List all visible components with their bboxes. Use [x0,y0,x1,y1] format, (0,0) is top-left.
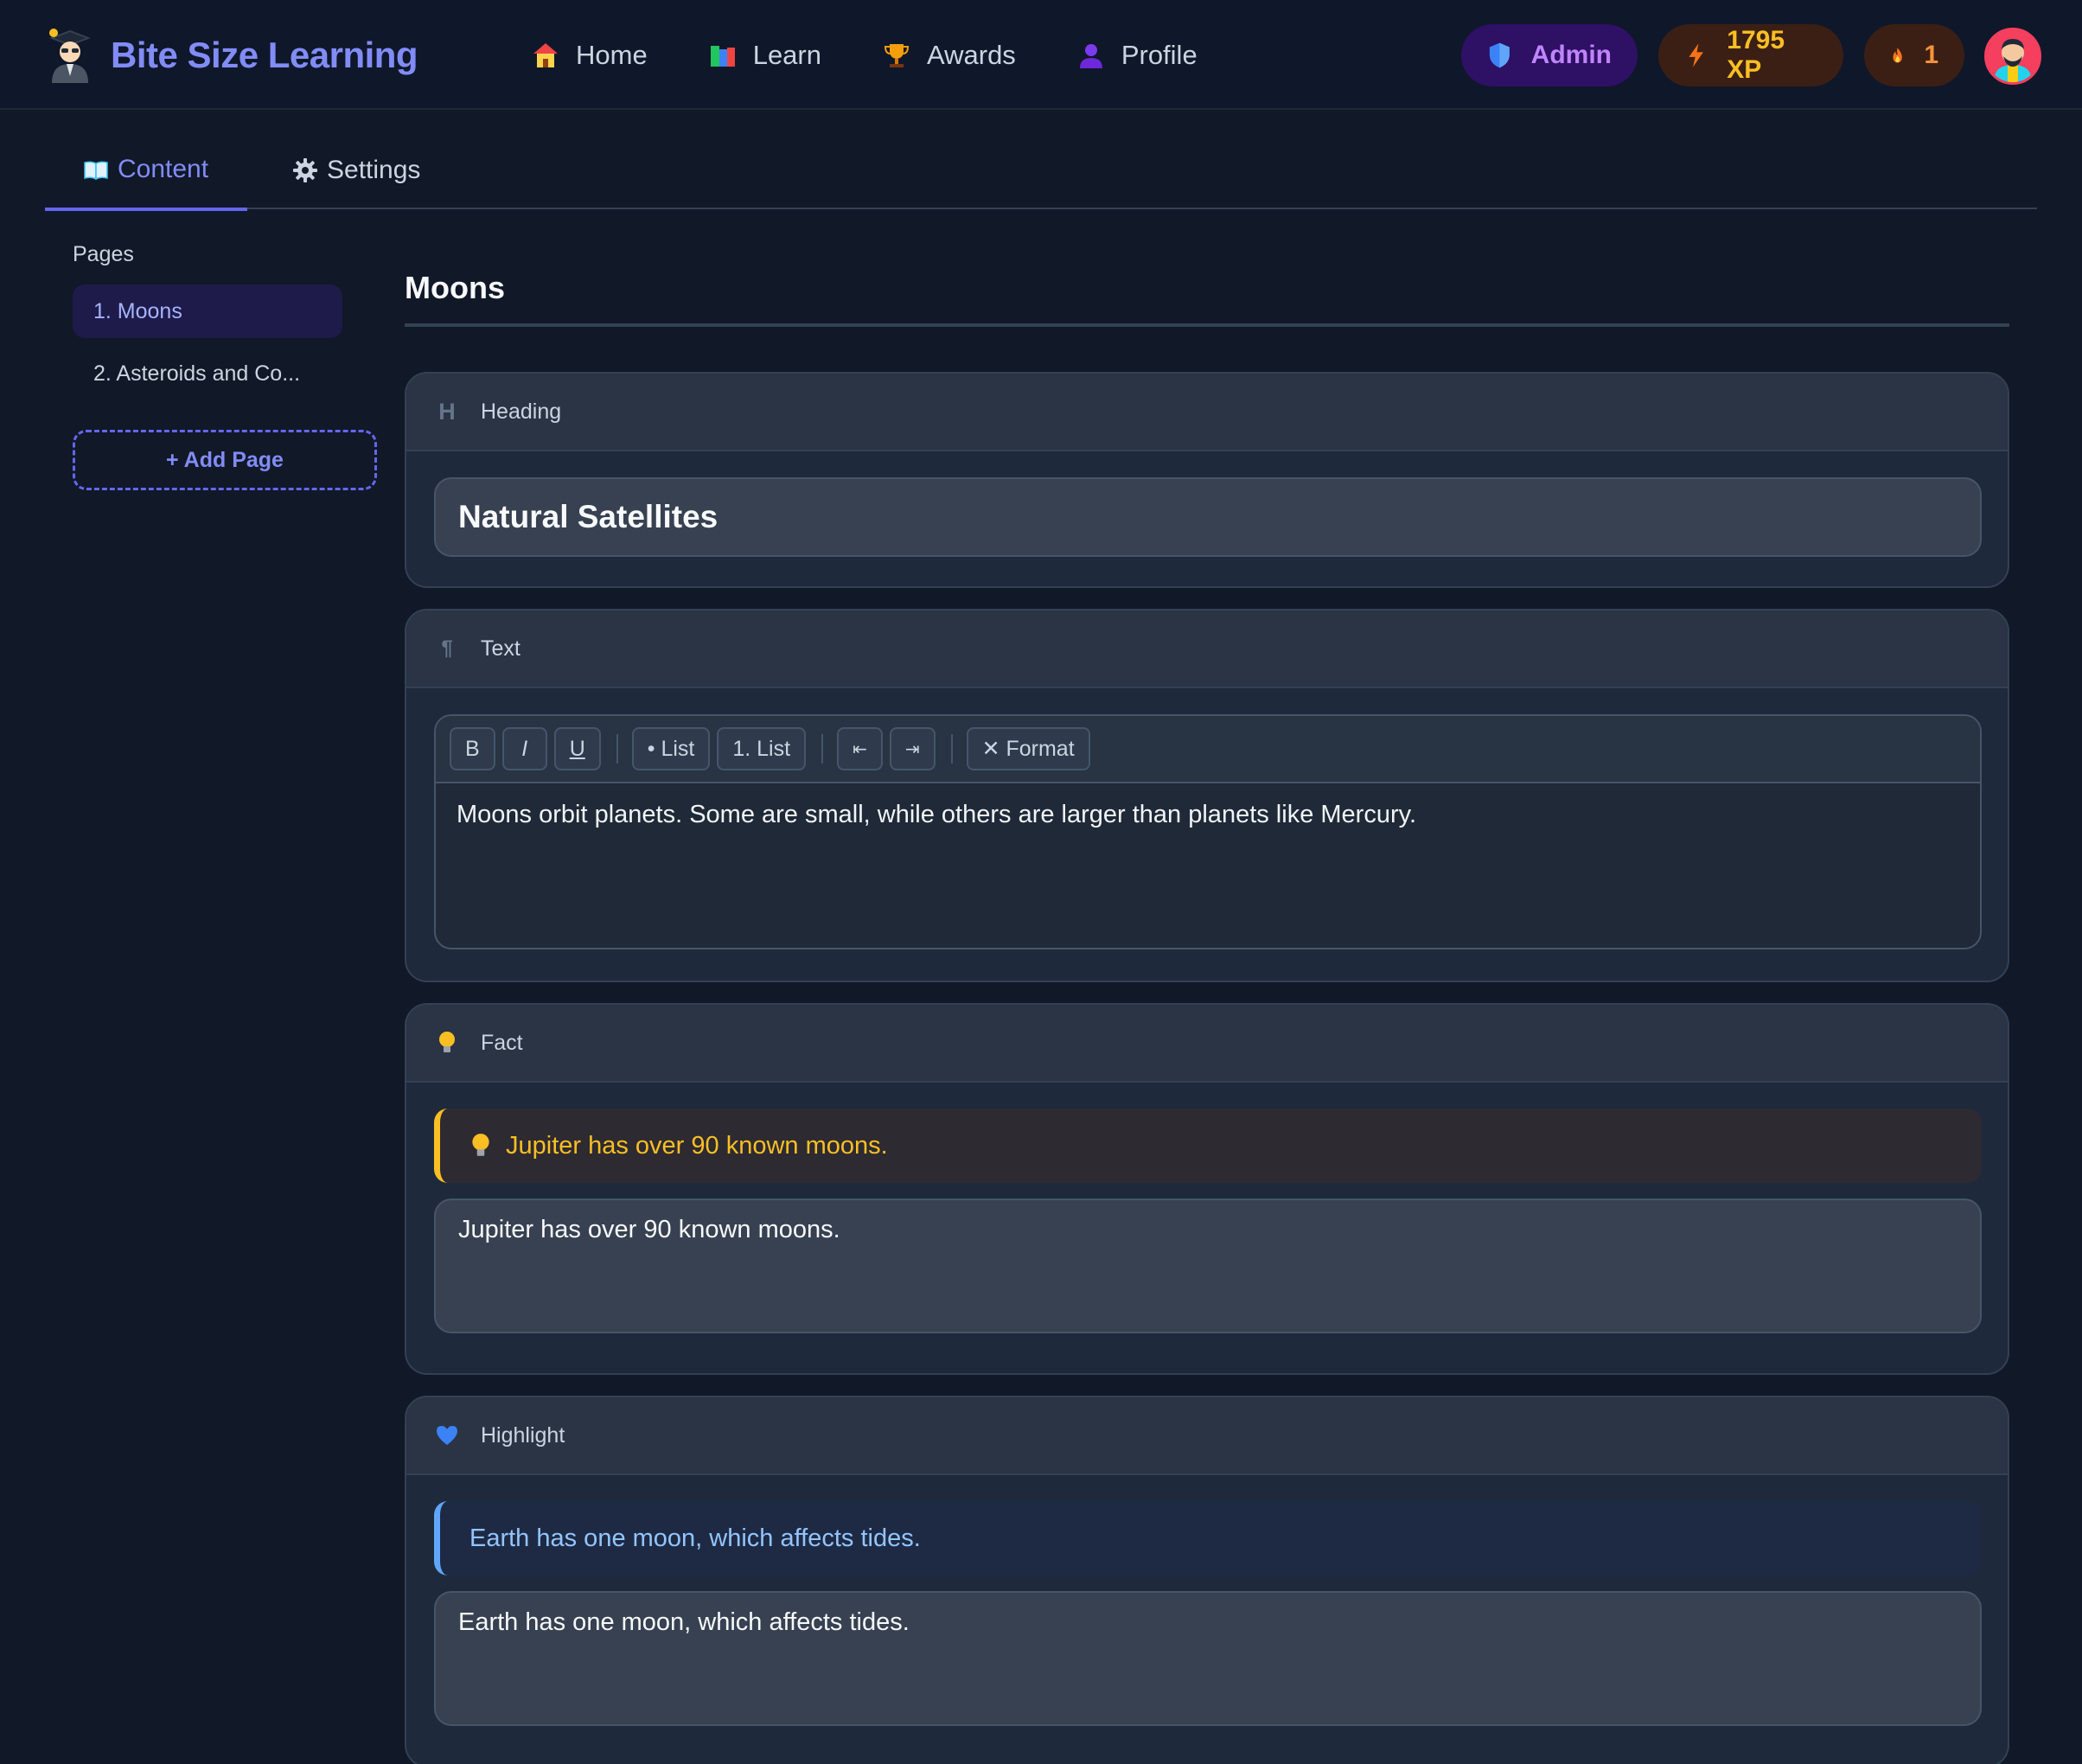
heading-block: H Heading Natural Satellites [405,372,2009,588]
heading-block-label: Heading [481,399,562,424]
text-editor-content[interactable]: Moons orbit planets. Some are small, whi… [436,783,1980,847]
fact-block: Fact Jupiter has over 90 known moons. Ju… [405,1003,2009,1375]
lightbulb-icon [434,1030,460,1056]
sidebar-title: Pages [73,242,134,266]
fact-block-header: Fact [406,1005,2008,1083]
xp-badge: 1795 XP [1658,24,1843,86]
gear-icon [293,158,317,182]
main-nav: Home Learn Awards Profile [531,29,1258,81]
admin-badge[interactable]: Admin [1461,24,1638,86]
brand[interactable]: Bite Size Learning [43,26,418,85]
heading-block-header: H Heading [406,374,2008,451]
underline-button[interactable]: U [553,727,601,770]
toolbar-divider [821,734,824,764]
teacher-mascot-icon [49,29,91,83]
user-avatar-icon [1987,30,2039,82]
fact-block-label: Fact [481,1030,523,1055]
add-page-button[interactable]: + Add Page [73,430,377,490]
indent-button[interactable]: ⇥ [889,727,936,770]
person-icon [1079,44,1102,68]
lightbulb-icon [472,1134,489,1156]
toolbar-divider [616,734,618,764]
highlight-preview: Earth has one moon, which affects tides. [434,1501,1982,1575]
shield-icon [1489,42,1510,68]
nav-learn[interactable]: Learn [708,29,821,81]
text-block-label: Text [481,636,520,661]
rich-text-editor: B I U • List 1. List ⇤ ⇥ ✕ Format Moons … [434,714,1982,949]
bullet-list-button[interactable]: • List [631,727,711,770]
nav-learn-label: Learn [752,40,821,70]
streak-badge: 1 [1864,24,1964,86]
admin-label: Admin [1530,41,1612,69]
highlight-block-label: Highlight [481,1422,565,1448]
page-title: Moons [405,259,2009,327]
tab-content[interactable]: Content [45,131,247,211]
sidebar-page-moons[interactable]: 1. Moons [73,284,342,338]
toolbar-divider [950,734,953,764]
blue-heart-icon [434,1422,460,1448]
heading-input[interactable]: Natural Satellites [434,477,1982,557]
heading-icon: H [438,398,456,425]
house-icon [533,43,558,67]
nav-awards[interactable]: Awards [882,29,1016,81]
tab-content-label: Content [118,155,209,183]
bold-button[interactable]: B [450,727,495,770]
editor-toolbar: B I U • List 1. List ⇤ ⇥ ✕ Format [436,716,1980,783]
top-bar: Bite Size Learning Home Learn Awards Pro… [0,0,2082,110]
paragraph-icon: ¶ [441,636,453,660]
clear-format-button[interactable]: ✕ Format [966,727,1090,770]
text-block-header: ¶ Text [406,610,2008,688]
sidebar-page-asteroids[interactable]: 2. Asteroids and Co... [73,347,342,400]
nav-home-label: Home [576,40,648,70]
lightning-icon [1689,43,1703,67]
brand-name: Bite Size Learning [111,35,418,75]
italic-button[interactable]: I [501,727,547,770]
avatar[interactable] [1984,28,2041,85]
highlight-block-header: Highlight [406,1397,2008,1475]
highlight-textarea[interactable]: Earth has one moon, which affects tides. [434,1591,1982,1726]
open-book-icon [84,161,108,181]
text-block: ¶ Text B I U • List 1. List ⇤ ⇥ ✕ Format… [405,609,2009,982]
trophy-icon [884,44,910,67]
nav-profile-label: Profile [1121,40,1197,70]
page-editor: Moons H Heading Natural Satellites ¶ Tex… [405,259,2009,1764]
fire-icon [1893,48,1902,63]
nav-home[interactable]: Home [531,29,648,81]
pages-sidebar: Pages 1. Moons 2. Asteroids and Co... + … [73,242,377,490]
editor-tabs: Content Settings [45,131,2037,211]
fact-textarea[interactable]: Jupiter has over 90 known moons. [434,1198,1982,1333]
numbered-list-button[interactable]: 1. List [717,727,807,770]
fact-preview-text: Jupiter has over 90 known moons. [506,1131,888,1160]
xp-label: 1795 XP [1727,26,1785,84]
tab-settings[interactable]: Settings [292,131,420,209]
outdent-button[interactable]: ⇤ [837,727,883,770]
streak-label: 1 [1924,41,1938,69]
highlight-block: Highlight Earth has one moon, which affe… [405,1396,2009,1764]
fact-preview: Jupiter has over 90 known moons. [434,1109,1982,1183]
books-icon [710,46,735,67]
highlight-preview-text: Earth has one moon, which affects tides. [469,1524,921,1552]
nav-awards-label: Awards [927,40,1016,70]
nav-profile[interactable]: Profile [1076,29,1197,81]
tab-settings-label: Settings [327,156,421,184]
